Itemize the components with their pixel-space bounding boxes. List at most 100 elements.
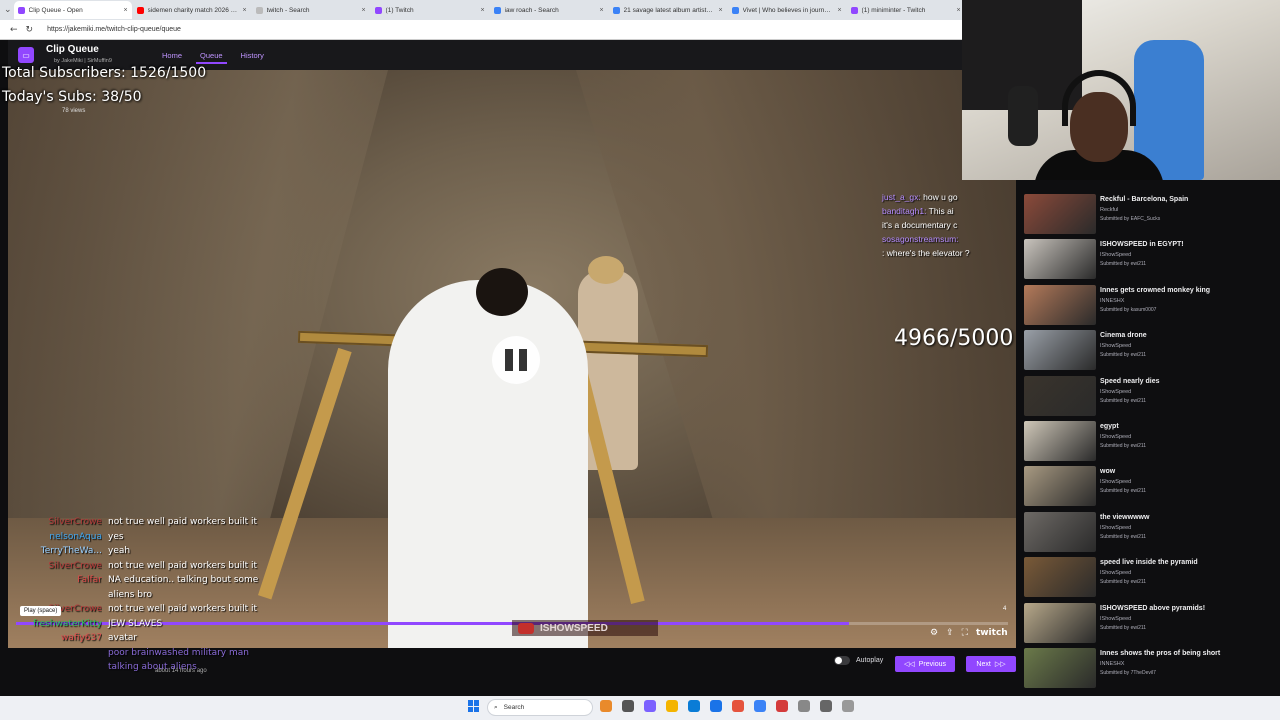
taskbar-app-icon[interactable] <box>798 700 810 712</box>
queue-thumbnail[interactable] <box>1024 648 1096 688</box>
queue-item[interactable]: wow IShowSpeed Submitted by ewi211 <box>1024 466 1280 508</box>
search-icon: ⌕ <box>494 703 498 711</box>
previous-button[interactable]: ◁◁ Previous <box>895 656 955 672</box>
taskbar-app-icon[interactable] <box>820 700 832 712</box>
queue-item[interactable]: Innes shows the pros of being short INNES… <box>1024 648 1280 690</box>
chat-username: SilverCrowe <box>48 560 102 571</box>
twitch-logo[interactable]: twitch <box>976 628 1008 638</box>
tab-close-icon[interactable]: × <box>242 7 246 14</box>
queue-item-channel: IShowSpeed <box>1100 388 1132 395</box>
taskbar-app-icon[interactable] <box>622 700 634 712</box>
taskbar-app-icon[interactable] <box>666 700 678 712</box>
queue-item[interactable]: Reckful - Barcelona, Spain Reckful Submitt… <box>1024 194 1280 236</box>
queue-thumbnail[interactable] <box>1024 602 1096 643</box>
fullscreen-icon[interactable]: ⛶ <box>962 628 968 638</box>
tab-title: Clip Queue - Open <box>28 6 83 14</box>
chat-username <box>4 646 102 675</box>
queue-item[interactable]: ISHOWSPEED above pyramids! IShowSpeed Subm… <box>1024 602 1280 645</box>
tab-title: (1) Twitch <box>385 6 414 14</box>
taskbar-app-icon[interactable] <box>710 700 722 712</box>
autoplay-switch[interactable] <box>834 656 850 665</box>
back-icon[interactable]: ← <box>10 25 18 35</box>
queue-item-submitter: Submitted by ewi211 <box>1100 624 1147 631</box>
follower-goal: 4966/5000 <box>894 326 1014 351</box>
queue-item-title: Reckful - Barcelona, Spain <box>1100 196 1189 203</box>
chat-username: banditagh1: <box>882 206 927 216</box>
pause-icon[interactable] <box>492 336 540 384</box>
tab-close-icon[interactable]: × <box>599 7 603 14</box>
taskbar-app-icon[interactable] <box>754 700 766 712</box>
queue-item[interactable]: Innes gets crowned monkey king INNESHX Sub… <box>1024 284 1280 327</box>
autoplay-label: Autoplay <box>856 657 884 664</box>
browser-tab[interactable]: (1) Twitch × <box>371 1 489 19</box>
video-guide-hat <box>588 256 624 284</box>
taskbar-app-icon[interactable] <box>644 700 656 712</box>
nav-queue[interactable]: Queue <box>196 49 227 64</box>
player-controls-right: ⚙ ⇪ ⛶ twitch <box>930 628 1008 638</box>
queue-thumbnail[interactable] <box>1024 466 1096 507</box>
clip-queue-list: Reckful - Barcelona, Spain Reckful Submitt… <box>1016 180 1280 692</box>
settings-icon[interactable]: ⚙ <box>930 628 938 638</box>
queue-item[interactable]: ISHOWSPEED in EGYPT! IShowSpeed Submitted … <box>1024 239 1280 281</box>
tab-close-icon[interactable]: × <box>956 7 960 14</box>
queue-thumbnail[interactable] <box>1024 239 1096 280</box>
chat-overlay-top-right: just_a_gx: how u go banditagh1: This ai i… <box>882 190 1016 260</box>
next-label: Next <box>976 660 991 668</box>
queue-item-submitter: Submitted by ewi211 <box>1100 579 1147 586</box>
reload-icon[interactable]: ↻ <box>26 25 34 35</box>
url-field[interactable]: https://jakemiki.me/twitch-clip-queue/qu… <box>47 26 181 33</box>
queue-item[interactable]: the viewwwww IShowSpeed Submitted by ewi21… <box>1024 511 1280 554</box>
browser-tab[interactable]: (1) miniminter - Twitch × <box>847 1 965 19</box>
queue-item-channel: IShowSpeed <box>1100 615 1132 622</box>
chat-username: TerryTheWa... <box>40 546 102 556</box>
total-subscribers: Total Subscribers: 1526/1500 <box>2 65 207 81</box>
queue-thumbnail[interactable] <box>1024 557 1096 598</box>
queue-thumbnail[interactable] <box>1024 421 1096 461</box>
share-icon[interactable]: ⇪ <box>946 628 954 638</box>
tab-close-icon[interactable]: × <box>480 7 484 14</box>
browser-tab[interactable]: sidemen charity match 2026 traile × <box>133 1 251 19</box>
play-tooltip: Play (space) <box>20 606 62 616</box>
taskbar-app-icon[interactable] <box>732 700 744 712</box>
tab-close-icon[interactable]: × <box>837 7 841 14</box>
queue-thumbnail[interactable] <box>1024 194 1096 234</box>
browser-tab[interactable]: Vivet | Who believes in journey - Y × <box>728 1 846 19</box>
queue-item[interactable]: egypt IShowSpeed Submitted by ewi211 <box>1024 421 1280 463</box>
nav-home[interactable]: Home <box>158 49 186 64</box>
queue-item[interactable]: Cinema drone IShowSpeed Submitted by ewi21… <box>1024 330 1280 372</box>
browser-tab[interactable]: iaw roach - Search × <box>490 1 608 19</box>
tab-close-icon[interactable]: × <box>123 7 127 14</box>
chat-message: Falfar NA education.. talking bout some a… <box>4 573 274 602</box>
chat-text: NA education.. talking bout some aliens … <box>108 575 259 600</box>
app-nav: Home Queue History <box>158 49 268 64</box>
tab-favicon-icon <box>493 6 501 14</box>
queue-item-submitter: Submitted by ewi211 <box>1100 533 1147 540</box>
queue-item-submitter: Submitted by EAFC_Sucks <box>1100 216 1161 222</box>
chat-username: SilverCrowe <box>48 517 102 527</box>
tab-title: (1) miniminter - Twitch <box>861 6 926 14</box>
queue-thumbnail[interactable] <box>1024 375 1096 416</box>
browser-tab[interactable]: twitch - Search × <box>252 1 370 19</box>
tab-search-icon[interactable]: ⌄ <box>4 3 12 17</box>
queue-item[interactable]: speed live inside the pyramid IShowSpeed S… <box>1024 557 1280 599</box>
next-button[interactable]: Next ▷▷ <box>966 656 1016 672</box>
windows-start-icon[interactable] <box>468 700 480 712</box>
taskbar-app-icon[interactable] <box>688 700 700 712</box>
taskbar-app-icon[interactable] <box>842 700 854 712</box>
taskbar-app-icon[interactable] <box>600 700 612 712</box>
queue-item[interactable]: Speed nearly dies IShowSpeed Submitted by … <box>1024 375 1280 418</box>
queue-item-submitter: Submitted by ewi211 <box>1100 488 1147 495</box>
taskbar-search[interactable]: ⌕ Search <box>487 699 593 716</box>
tab-close-icon[interactable]: × <box>718 7 722 14</box>
queue-thumbnail[interactable] <box>1024 511 1096 552</box>
queue-item-submitter: Submitted by ewi211 <box>1100 443 1147 449</box>
browser-tab[interactable]: Clip Queue - Open × <box>13 1 132 19</box>
queue-thumbnail[interactable] <box>1024 330 1096 371</box>
nav-history[interactable]: History <box>237 49 268 64</box>
queue-thumbnail[interactable] <box>1024 284 1096 325</box>
browser-tab[interactable]: 21 savage latest album artist - Sear× <box>609 1 727 19</box>
taskbar-app-icon[interactable] <box>776 700 788 712</box>
tab-close-icon[interactable]: × <box>361 7 365 14</box>
todays-subs: Today's Subs: 38/50 <box>2 89 142 105</box>
autoplay-toggle[interactable]: Autoplay <box>834 656 883 665</box>
